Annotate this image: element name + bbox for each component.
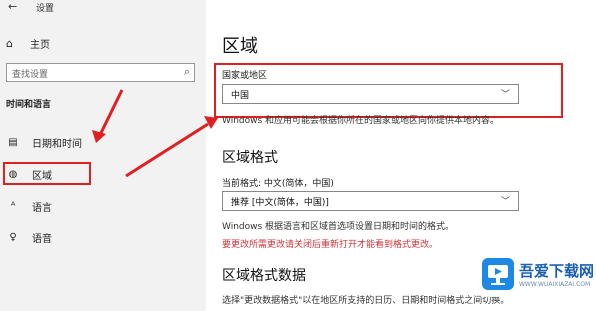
sidebar: ← 设置 ⌂ 主页 查找设置 ⌕ 时间和语言 ▤ 日期和时间 ◍ 区域 ᴬ 语言… <box>0 0 206 311</box>
format-description: Windows 根据语言和区域首选项设置日期和时间的格式。 <box>222 222 455 232</box>
sidebar-item-date-time[interactable]: ▤ 日期和时间 <box>6 134 196 150</box>
nav-home[interactable]: ⌂ 主页 <box>6 36 196 51</box>
sidebar-item-label: 语言 <box>32 202 52 214</box>
watermark-url: WWW.WUAIXIAZAI.COM <box>519 281 591 288</box>
current-format-label: 当前格式: 中文(简体，中国) <box>222 179 334 189</box>
title-bar: ← 设置 <box>0 0 206 16</box>
country-description: Windows 和应用可能会根据你所在的国家或地区向你提供本地内容。 <box>222 116 500 126</box>
window-title: 设置 <box>36 4 55 14</box>
format-dropdown[interactable]: 推荐 [中文(简体，中国)] ﹀ <box>222 191 519 211</box>
chevron-down-icon: ﹀ <box>500 197 510 207</box>
sidebar-item-speech[interactable]: ♀ 语音 <box>6 229 196 245</box>
sidebar-item-label: 日期和时间 <box>32 138 82 150</box>
country-highlight-box <box>214 63 563 118</box>
search-input[interactable]: 查找设置 ⌕ <box>6 63 195 82</box>
watermark: 吾爱下载网 WWW.WUAIXIAZAI.COM <box>481 253 595 297</box>
watermark-brand: 吾爱下载网 <box>519 262 595 280</box>
format-heading: 区域格式 <box>222 150 278 166</box>
back-arrow-icon[interactable]: ← <box>8 0 17 13</box>
microphone-icon: ♀ <box>9 231 17 243</box>
calendar-clock-icon: ▤ <box>8 136 18 148</box>
page-title: 区域 <box>222 36 258 57</box>
sidebar-section-heading: 时间和语言 <box>6 100 52 110</box>
home-icon: ⌂ <box>6 36 13 50</box>
search-placeholder: 查找设置 <box>12 70 49 80</box>
search-icon[interactable]: ⌕ <box>184 65 190 79</box>
language-icon: ᴬ <box>10 200 16 212</box>
sidebar-item-label: 语音 <box>32 233 52 245</box>
sidebar-item-language[interactable]: ᴬ 语言 <box>6 198 196 214</box>
nav-home-label: 主页 <box>30 39 50 51</box>
region-highlight-box <box>3 162 91 185</box>
brand-logo-icon <box>482 258 514 290</box>
format-data-description: 选择"更改数据格式"以在地区所支持的日历、日期和时间格式之间切换。 <box>222 296 510 306</box>
format-value: 推荐 [中文(简体，中国)] <box>231 198 329 208</box>
format-data-heading: 区域格式数据 <box>222 268 306 284</box>
format-warning: 要更改所需更改请关闭后重新打开才能看到格式更改。 <box>222 240 439 250</box>
